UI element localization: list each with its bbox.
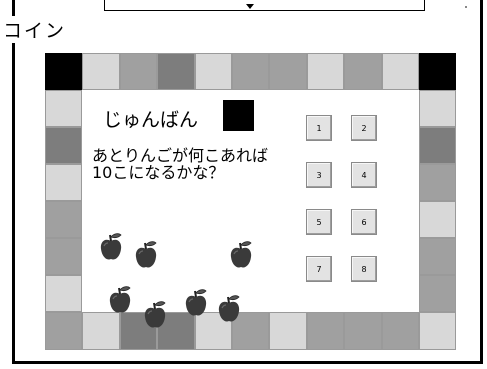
board-tile-right: [419, 127, 456, 164]
game-board: じゅんばん あとりんごが何こあれば 10こになるかな？ 12345678: [45, 53, 456, 350]
board-tile-left: [45, 90, 82, 127]
answer-button-1[interactable]: 1: [306, 115, 332, 141]
answer-button-2[interactable]: 2: [351, 115, 377, 141]
board-tile-top: [232, 53, 269, 90]
turn-order-indicator: [223, 100, 254, 131]
board-tile-top: [344, 53, 382, 90]
board-tile-bottom: [82, 312, 120, 350]
question-line-1: あとりんごが何こあれば: [92, 146, 269, 165]
board-tile-left: [45, 238, 82, 275]
answer-button-6[interactable]: 6: [351, 209, 377, 235]
board-tile-bottom: [307, 312, 344, 350]
apple-icon: [228, 240, 254, 270]
question-text: あとりんごが何こあれば 10こになるかな？: [92, 147, 268, 181]
board-tile-bottom: [344, 312, 382, 350]
board-tile-right: [419, 90, 456, 127]
question-line-2: 10こになるかな？: [92, 163, 225, 182]
board-tile-bottom: [419, 312, 456, 350]
board-tile-right: [419, 275, 456, 312]
board-tile-top: [45, 53, 82, 90]
apple-icon: [133, 240, 159, 270]
coin-title: コイン: [3, 16, 71, 43]
corner-dot: [465, 6, 467, 8]
apple-icon: [107, 285, 133, 315]
answer-button-7[interactable]: 7: [306, 256, 332, 282]
apple-icon: [183, 288, 209, 318]
board-tile-right: [419, 238, 456, 275]
board-tile-bottom: [382, 312, 419, 350]
board-tile-left: [45, 164, 82, 201]
answer-button-4[interactable]: 4: [351, 162, 377, 188]
answer-button-3[interactable]: 3: [306, 162, 332, 188]
board-tile-top: [382, 53, 419, 90]
board-tile-left: [45, 275, 82, 312]
board-tile-top: [419, 53, 456, 90]
board-tile-bottom: [269, 312, 307, 350]
board-tile-left: [45, 201, 82, 238]
answer-button-8[interactable]: 8: [351, 256, 377, 282]
board-tile-top: [307, 53, 344, 90]
board-tile-top: [269, 53, 307, 90]
apple-icon: [142, 300, 168, 330]
slider-marker-icon: [246, 4, 254, 9]
board-tile-right: [419, 201, 456, 238]
turn-order-label: じゅんばん: [103, 109, 199, 131]
top-slider-bar[interactable]: [104, 0, 425, 11]
board-tile-top: [82, 53, 120, 90]
board-tile-bottom: [45, 312, 82, 350]
answer-button-5[interactable]: 5: [306, 209, 332, 235]
board-tile-top: [195, 53, 232, 90]
board-tile-left: [45, 127, 82, 164]
board-tile-top: [157, 53, 195, 90]
apple-icon: [216, 294, 242, 324]
apple-icon: [98, 232, 124, 262]
board-tile-top: [120, 53, 157, 90]
board-tile-right: [419, 164, 456, 201]
question-panel: じゅんばん あとりんごが何こあれば 10こになるかな？ 12345678: [82, 90, 419, 328]
